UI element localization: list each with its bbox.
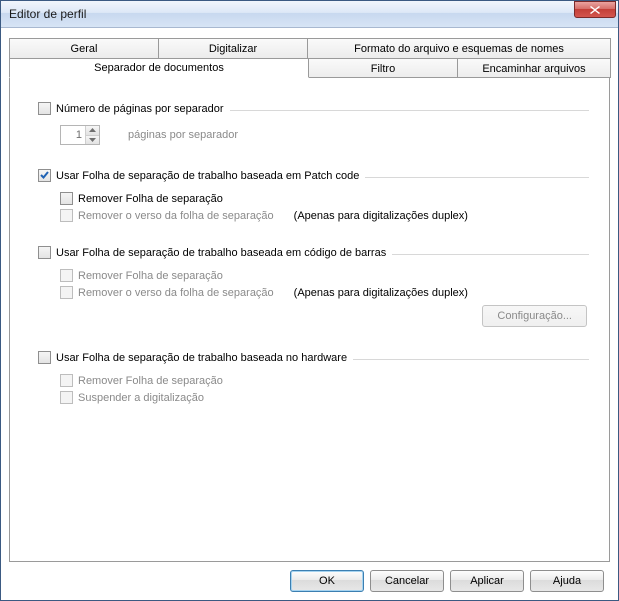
label-pages-unit: páginas por separador [128,129,238,141]
close-button[interactable] [574,1,616,18]
label-hardware-suspend: Suspender a digitalização [78,392,204,404]
cancel-button[interactable]: Cancelar [370,570,444,592]
checkbox-patch-remove[interactable] [60,192,73,205]
window-title: Editor de perfil [9,7,574,21]
tab-geral[interactable]: Geral [9,38,159,58]
checkbox-hardware[interactable] [38,351,51,364]
label-patch-remove: Remover Folha de separação [78,193,223,205]
tab-formato-arquivo[interactable]: Formato do arquivo e esquemas de nomes [307,38,611,58]
checkbox-hardware-suspend [60,391,73,404]
tabstrip: Geral Digitalizar Formato do arquivo e e… [9,38,610,78]
spin-down[interactable] [86,136,99,145]
checkbox-barcode[interactable] [38,246,51,259]
barcode-config-button: Configuração... [482,305,587,327]
tab-encaminhar-arquivos[interactable]: Encaminhar arquivos [457,58,611,78]
group-pages-per-separator: Número de páginas por separador páginas … [38,102,589,145]
ok-button[interactable]: OK [290,570,364,592]
chevron-down-icon [89,138,96,142]
tab-digitalizar[interactable]: Digitalizar [158,38,308,58]
tab-separador-documentos[interactable]: Separador de documentos [9,58,309,78]
client-area: Geral Digitalizar Formato do arquivo e e… [1,28,618,600]
tab-page: Número de páginas por separador páginas … [9,77,610,562]
label-patch-note: (Apenas para digitalizações duplex) [294,210,468,222]
help-button[interactable]: Ajuda [530,570,604,592]
label-hardware-remove: Remover Folha de separação [78,375,223,387]
tab-filtro[interactable]: Filtro [308,58,458,78]
titlebar: Editor de perfil [1,1,618,28]
group-hardware: Usar Folha de separação de trabalho base… [38,351,589,404]
checkbox-barcode-remove-back [60,286,73,299]
apply-button[interactable]: Aplicar [450,570,524,592]
dialog-footer: OK Cancelar Aplicar Ajuda [9,562,610,592]
label-hardware: Usar Folha de separação de trabalho base… [56,352,347,364]
checkbox-patch-remove-back [60,209,73,222]
chevron-up-icon [89,128,96,132]
label-pages-per-separator: Número de páginas por separador [56,103,224,115]
close-icon [590,6,600,14]
label-barcode-remove-back: Remover o verso da folha de separação [78,287,274,299]
label-barcode-remove: Remover Folha de separação [78,270,223,282]
label-patch-remove-back: Remover o verso da folha de separação [78,210,274,222]
spin-up[interactable] [86,126,99,136]
pages-input[interactable] [61,126,85,144]
pages-spinner[interactable] [60,125,100,145]
group-patch-code: Usar Folha de separação de trabalho base… [38,169,589,222]
checkbox-hardware-remove [60,374,73,387]
dialog-window: Editor de perfil Geral Digitalizar Forma… [0,0,619,601]
checkbox-patch-code[interactable] [38,169,51,182]
checkbox-pages-per-separator[interactable] [38,102,51,115]
label-barcode-note: (Apenas para digitalizações duplex) [294,287,468,299]
label-patch-code: Usar Folha de separação de trabalho base… [56,170,359,182]
checkbox-barcode-remove [60,269,73,282]
label-barcode: Usar Folha de separação de trabalho base… [56,247,386,259]
group-barcode: Usar Folha de separação de trabalho base… [38,246,589,327]
